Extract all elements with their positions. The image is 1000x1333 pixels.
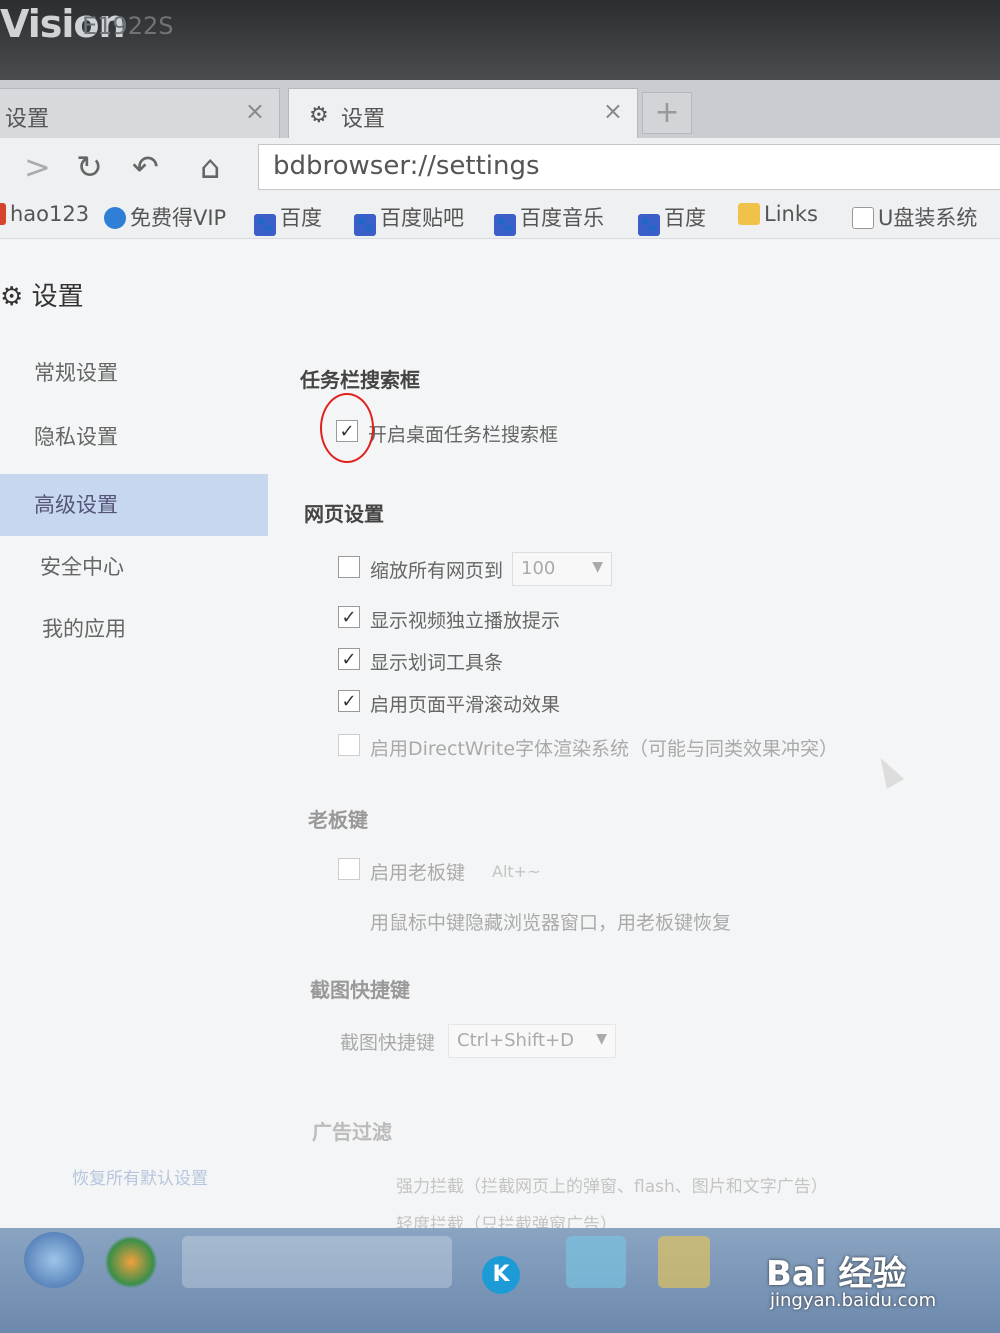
folder-icon [738, 203, 760, 225]
baidu-paw-icon: 🐾 [354, 214, 376, 236]
bookmark-links[interactable]: Links [738, 202, 818, 226]
section-title-webpage: 网页设置 [304, 502, 384, 526]
section-title-screenshot: 截图快捷键 [310, 978, 410, 1002]
directwrite-label: 启用DirectWrite字体渲染系统（可能与同类效果冲突） [370, 738, 839, 760]
directwrite-checkbox[interactable] [338, 734, 360, 756]
chevron-down-icon: ▼ [596, 1031, 607, 1047]
gear-icon: ⚙ [309, 103, 329, 128]
baidu-paw-icon: 🐾 [494, 214, 516, 236]
page-title: ⚙ 设置 [0, 282, 84, 312]
zoom-all-label: 缩放所有网页到 [370, 560, 504, 582]
word-toolbar-checkbox[interactable]: ✓ [338, 648, 360, 670]
bookmark-music[interactable]: 🐾 百度音乐 [494, 202, 604, 236]
reload-icon[interactable]: ↻ [76, 148, 103, 186]
boss-key-label: 启用老板键 [370, 862, 466, 884]
screenshot-shortcut-select[interactable]: Ctrl+Shift+D ▼ [448, 1024, 616, 1058]
ad-filter-strong-option[interactable]: 强力拦截（拦截网页上的弹窗、flash、图片和文字广告） [396, 1172, 828, 1197]
smooth-scroll-label: 启用页面平滑滚动效果 [370, 694, 561, 716]
taskbar-browser-window[interactable] [182, 1236, 452, 1288]
video-popup-checkbox[interactable]: ✓ [338, 606, 360, 628]
taskbar-folder-app[interactable] [658, 1236, 710, 1288]
home-icon[interactable]: ⌂ [200, 148, 220, 186]
monitor-model: E1922S [82, 12, 174, 40]
tab-label: 设置 [341, 107, 386, 132]
video-popup-label: 显示视频独立播放提示 [370, 610, 561, 632]
close-icon[interactable]: × [245, 97, 265, 125]
sidebar-item-security[interactable]: 安全中心 [0, 536, 268, 598]
sidebar-item-privacy[interactable]: 隐私设置 [0, 406, 268, 468]
bookmark-baidu-2[interactable]: 🐾 百度 [638, 202, 706, 236]
bookmark-tieba[interactable]: 🐾 百度贴吧 [354, 202, 464, 236]
baidu-paw-icon: 🐾 [254, 214, 276, 236]
browser-window: 设置 × ⚙ 设置 × + > ↻ ↶ ⌂ bdbrowser://settin… [0, 80, 1000, 1333]
vip-icon [104, 207, 126, 229]
screenshot-shortcut-label: 截图快捷键 [340, 1032, 436, 1054]
section-title-boss-key: 老板键 [308, 808, 368, 832]
boss-key-value[interactable]: Alt+~ [492, 862, 540, 881]
undo-icon[interactable]: ↶ [132, 148, 159, 186]
zoom-all-checkbox[interactable] [338, 556, 360, 578]
baidu-paw-icon: 🐾 [638, 214, 660, 236]
chevron-down-icon: ▼ [592, 559, 603, 575]
boss-key-hint: 用鼠标中键隐藏浏览器窗口，用老板键恢复 [370, 912, 732, 934]
bookmark-vip[interactable]: 免费得VIP [104, 202, 226, 232]
monitor-bezel: Vision E1922S [0, 0, 1000, 80]
taskbar-search-label: 开启桌面任务栏搜索框 [368, 424, 559, 446]
taskbar-app-icon[interactable] [104, 1236, 158, 1288]
highlight-circle [320, 393, 374, 463]
restore-defaults-link[interactable]: 恢复所有默认设置 [72, 1164, 208, 1189]
close-icon[interactable]: × [603, 97, 623, 125]
tab-settings-2[interactable]: ⚙ 设置 × [288, 88, 638, 138]
sidebar-item-general[interactable]: 常规设置 [0, 342, 268, 404]
smooth-scroll-checkbox[interactable]: ✓ [338, 690, 360, 712]
boss-key-checkbox[interactable] [338, 858, 360, 880]
forward-icon[interactable]: > [24, 148, 51, 186]
taskbar-k-app[interactable]: K [482, 1256, 520, 1294]
bookmark-hao123[interactable]: hao123 [0, 202, 89, 226]
bookmark-baidu[interactable]: 🐾 百度 [254, 202, 322, 236]
tab-label: 设置 [5, 107, 50, 132]
section-title-ad-filter: 广告过滤 [312, 1120, 392, 1144]
word-toolbar-label: 显示划词工具条 [370, 652, 504, 674]
bookmarks-bar: hao123 免费得VIP 🐾 百度 🐾 百度贴吧 🐾 百度音乐 🐾 百度 Links … [0, 196, 1000, 239]
watermark-url: jingyan.baidu.com [770, 1290, 937, 1311]
sidebar-item-apps[interactable]: 我的应用 [0, 598, 268, 660]
document-icon [852, 207, 874, 229]
section-title-taskbar-search: 任务栏搜索框 [300, 368, 420, 392]
mouse-cursor-icon [871, 753, 905, 789]
address-bar[interactable]: bdbrowser://settings [258, 144, 1000, 190]
watermark-logo: Bai 经验 [766, 1254, 907, 1294]
new-tab-button[interactable]: + [642, 92, 692, 134]
bookmark-usb-system[interactable]: U盘装系统 [852, 202, 977, 232]
taskbar-bird-app[interactable] [566, 1236, 626, 1288]
tab-strip: 设置 × ⚙ 设置 × + [0, 80, 1000, 138]
zoom-select[interactable]: 100 ▼ [512, 552, 612, 586]
tab-settings-1[interactable]: 设置 × [0, 88, 280, 138]
start-button[interactable] [24, 1232, 84, 1288]
gear-icon: ⚙ [0, 282, 24, 312]
hao123-icon [0, 203, 6, 225]
sidebar-item-advanced[interactable]: 高级设置 [0, 474, 268, 536]
toolbar: > ↻ ↶ ⌂ bdbrowser://settings [0, 138, 1000, 196]
